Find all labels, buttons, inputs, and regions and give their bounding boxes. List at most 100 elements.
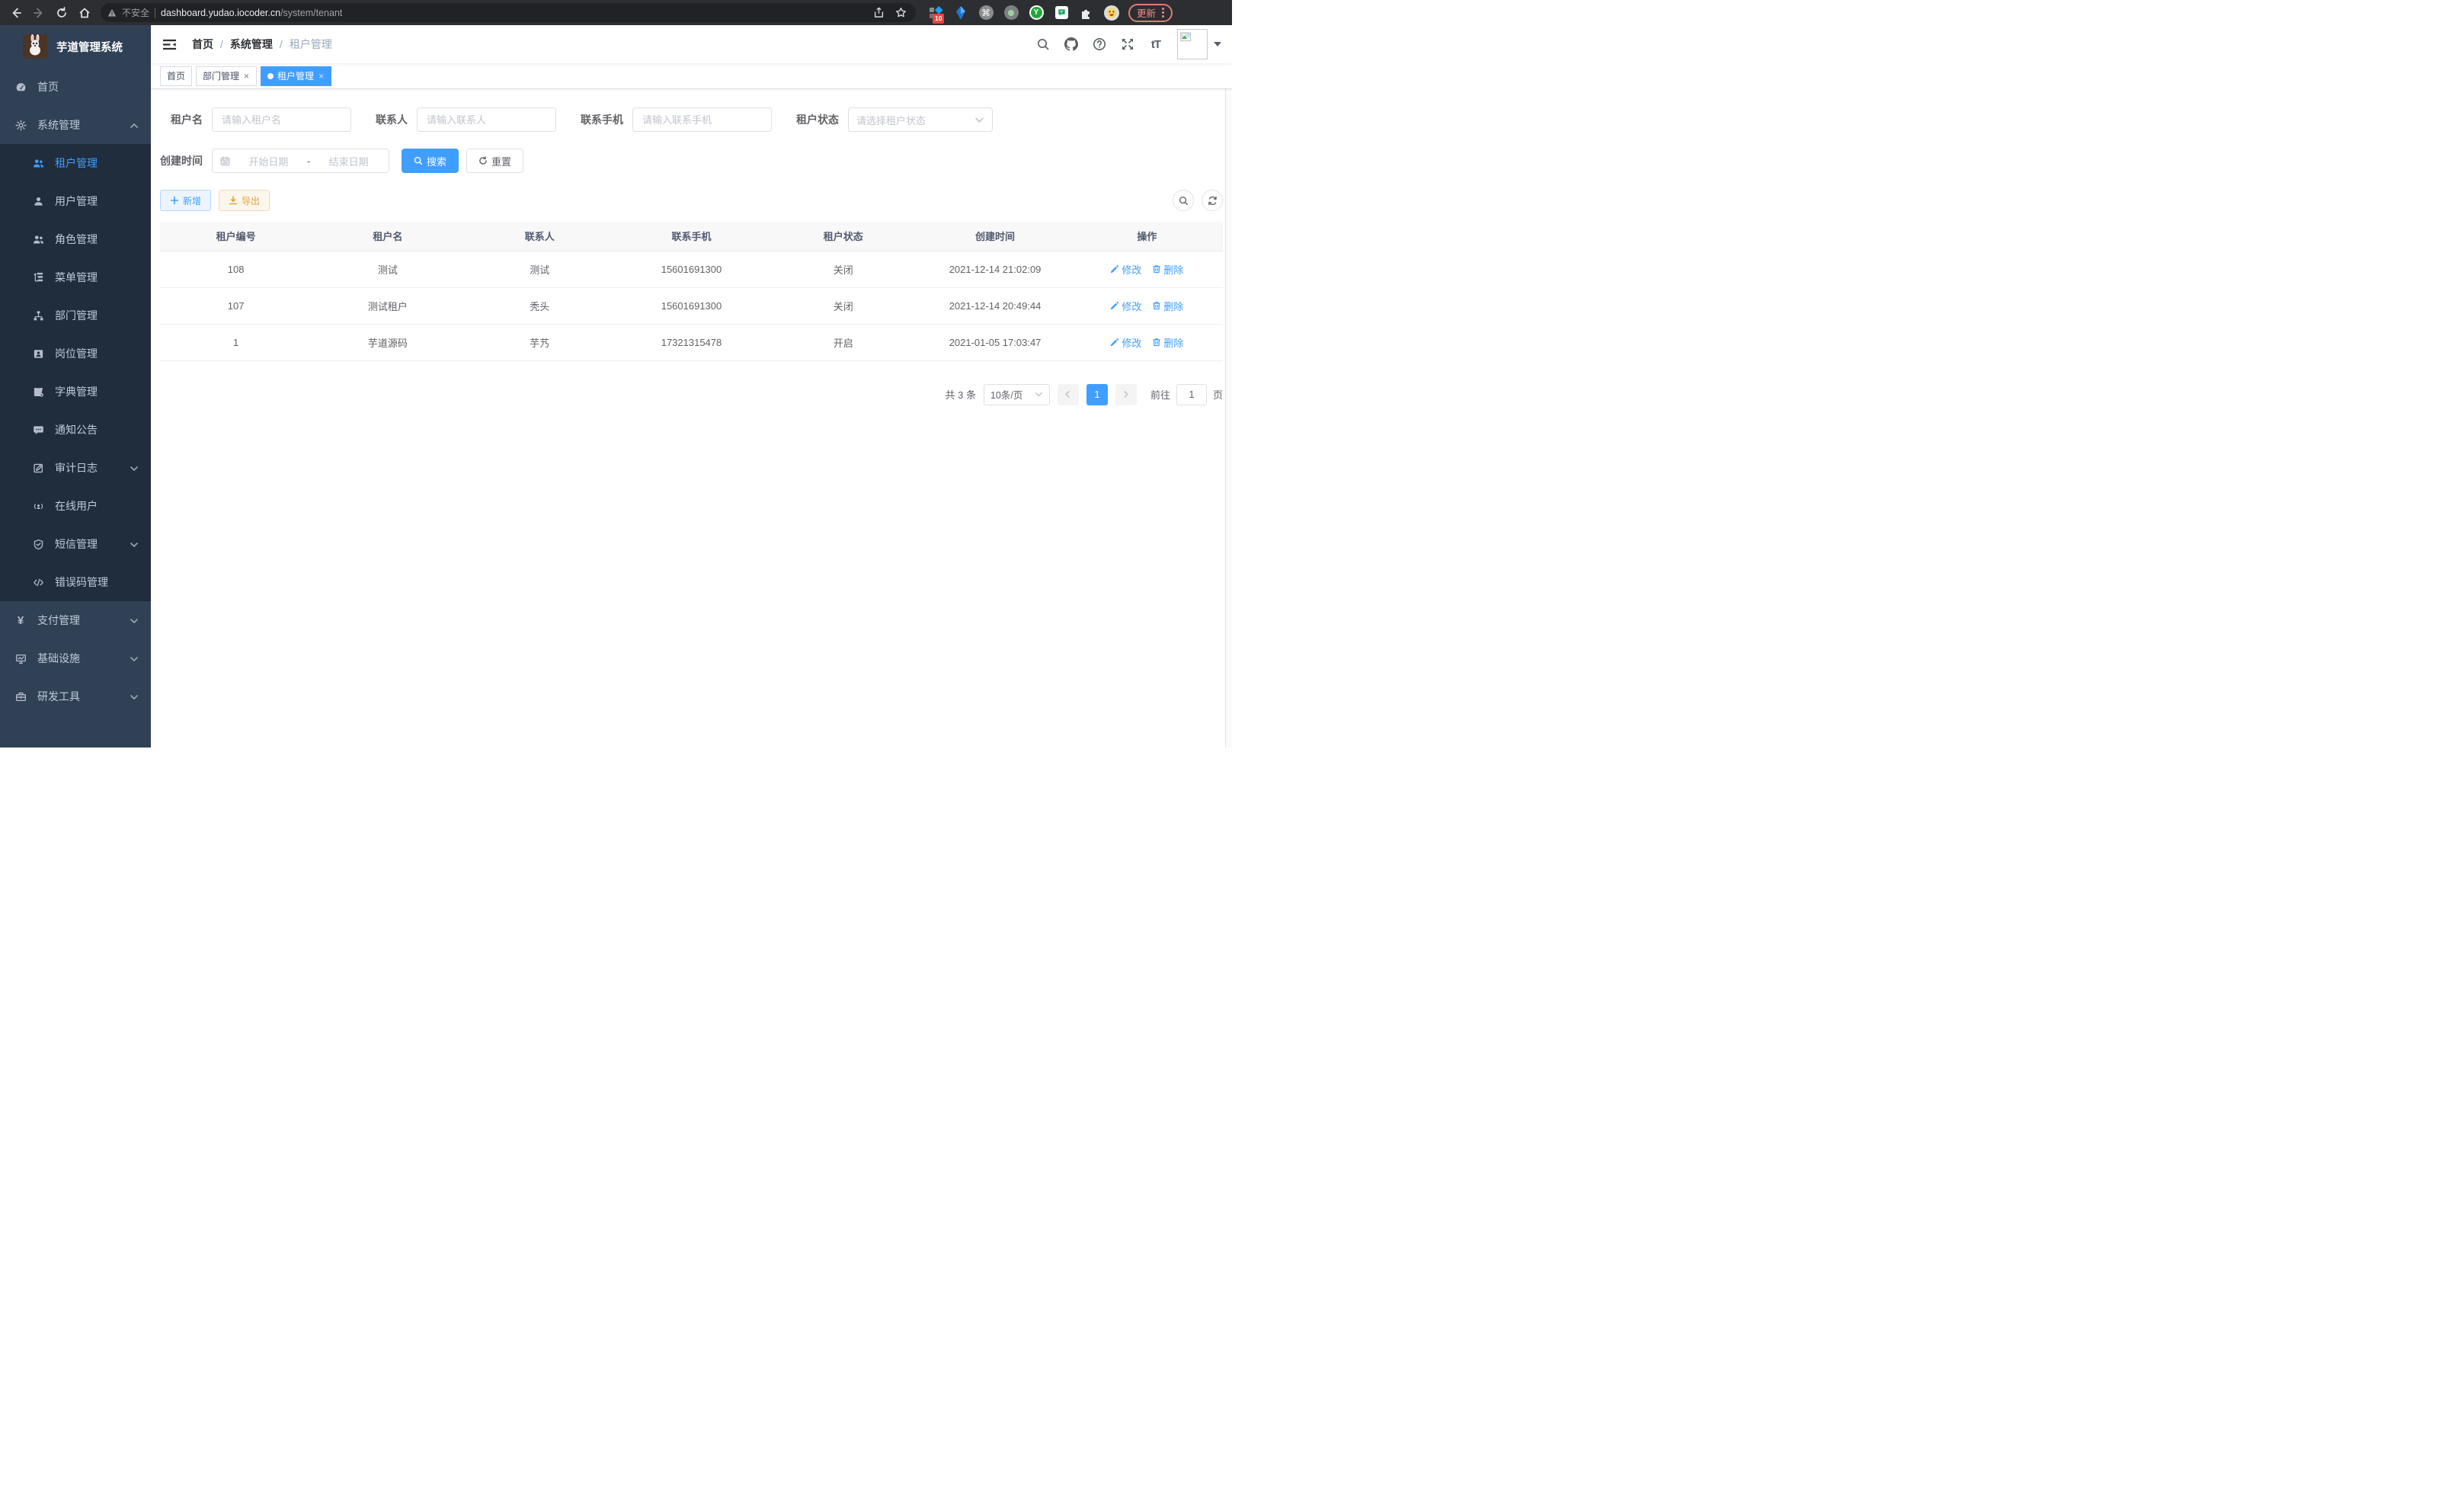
browser-update-button[interactable]: 更新 [1128, 4, 1173, 22]
reset-button[interactable]: 重置 [466, 149, 523, 173]
help-icon[interactable] [1088, 33, 1111, 56]
export-button[interactable]: 导出 [219, 190, 270, 211]
pencil-icon [1110, 338, 1119, 347]
search-icon [1179, 196, 1189, 206]
extension-chat-icon[interactable] [1054, 5, 1069, 21]
top-navbar: 首页 / 系统管理 / 租户管理 tT [151, 25, 1232, 63]
search-button[interactable]: 搜索 [402, 149, 459, 173]
page-1-button[interactable]: 1 [1086, 384, 1108, 405]
tenant-users-icon [32, 157, 44, 169]
edit-link[interactable]: 修改 [1110, 335, 1141, 350]
yen-icon: ¥ [14, 614, 27, 626]
sidebar-item-pay[interactable]: ¥ 支付管理 [0, 601, 151, 639]
share-icon[interactable] [870, 5, 887, 21]
sidebar-item-notice[interactable]: 通知公告 [0, 411, 151, 449]
contact-input[interactable] [417, 107, 556, 132]
tenant-table: 租户编号 租户名 联系人 联系手机 租户状态 创建时间 操作 108 测试 [160, 222, 1223, 361]
edit-link[interactable]: 修改 [1110, 299, 1141, 313]
status-select[interactable]: 请选择租户状态 [848, 107, 993, 132]
refresh-icon [1208, 196, 1218, 206]
navbar-tools: tT [1032, 29, 1221, 59]
sidebar-item-post[interactable]: 岗位管理 [0, 335, 151, 373]
browser-home-button[interactable] [75, 3, 94, 23]
tag-dept[interactable]: 部门管理× [196, 66, 257, 86]
sidebar-item-online-user[interactable]: 在线用户 [0, 487, 151, 525]
mobile-input[interactable] [632, 107, 772, 132]
sidebar-item-dev-tools[interactable]: 研发工具 [0, 677, 151, 715]
tag-home[interactable]: 首页 [160, 66, 192, 86]
bookmark-star-icon[interactable] [892, 5, 909, 21]
breadcrumb-current: 租户管理 [290, 37, 332, 52]
pencil-icon [1110, 301, 1119, 310]
breadcrumb-system[interactable]: 系统管理 [230, 37, 273, 52]
sidebar-item-tenant[interactable]: 租户管理 [0, 144, 151, 182]
org-tree-icon [32, 309, 44, 322]
font-size-icon[interactable]: tT [1144, 33, 1167, 56]
chevron-right-icon [1122, 390, 1130, 399]
page-size-select[interactable]: 10条/页 [984, 384, 1050, 405]
extension-puzzle-icon[interactable] [1079, 5, 1094, 21]
sidebar-item-menu[interactable]: 菜单管理 [0, 258, 151, 296]
status-label: 租户状态 [796, 112, 848, 127]
close-icon[interactable]: × [243, 72, 250, 81]
sidebar-item-dept[interactable]: 部门管理 [0, 296, 151, 335]
goto-page-input[interactable] [1176, 384, 1207, 405]
edit-link[interactable]: 修改 [1110, 262, 1141, 277]
filter-row-1: 租户名 联系人 联系手机 租户状态 请选择租户状态 [160, 107, 1223, 132]
sidebar-item-audit-log[interactable]: 审计日志 [0, 449, 151, 487]
browser-reload-button[interactable] [52, 3, 72, 23]
chevron-up-icon [130, 120, 139, 130]
delete-link[interactable]: 删除 [1152, 335, 1183, 350]
browser-back-button[interactable] [6, 3, 26, 23]
chevron-down-icon [974, 115, 984, 125]
github-icon[interactable] [1060, 33, 1083, 56]
header-search-icon[interactable] [1032, 33, 1054, 56]
app-logo[interactable]: 芋道管理系统 [0, 25, 151, 68]
tag-tenant[interactable]: 租户管理× [261, 66, 331, 86]
user-avatar-dropdown[interactable] [1177, 29, 1221, 59]
caret-down-icon [1214, 42, 1221, 46]
prev-page-button[interactable] [1058, 384, 1079, 405]
delete-link[interactable]: 删除 [1152, 262, 1183, 277]
sidebar-item-infra[interactable]: 基础设施 [0, 639, 151, 677]
col-create-time: 创建时间 [919, 222, 1070, 251]
plus-icon [170, 196, 179, 205]
extension-dot-icon[interactable] [1003, 5, 1019, 21]
trash-icon [1152, 338, 1161, 347]
sidebar-item-home[interactable]: 首页 [0, 68, 151, 106]
next-page-button[interactable] [1115, 384, 1137, 405]
sidebar-item-user[interactable]: 用户管理 [0, 182, 151, 220]
refresh-icon [478, 156, 488, 165]
tenant-name-label: 租户名 [160, 112, 212, 127]
chevron-left-icon [1064, 390, 1072, 399]
extension-grid-icon[interactable]: 10 [928, 5, 943, 21]
page-unit-label: 页 [1213, 387, 1223, 402]
sidebar-collapse-icon[interactable] [151, 25, 187, 63]
sidebar-item-sms[interactable]: 短信管理 [0, 525, 151, 563]
breadcrumb-home[interactable]: 首页 [192, 37, 213, 52]
refresh-table-button[interactable] [1202, 190, 1223, 211]
badge-icon [32, 347, 44, 360]
sidebar-item-system[interactable]: 系统管理 [0, 106, 151, 144]
browser-scrollbar[interactable] [1225, 25, 1232, 748]
create-time-range-picker[interactable]: 开始日期 - 结束日期 [212, 149, 389, 173]
browser-menu-icon [1162, 8, 1164, 18]
browser-forward-button[interactable] [29, 3, 49, 23]
fullscreen-icon[interactable] [1116, 33, 1139, 56]
extension-kite-icon[interactable] [953, 5, 968, 21]
add-button[interactable]: 新增 [160, 190, 211, 211]
table-row: 107 测试租户 秃头 15601691300 关闭 2021-12-14 20… [160, 287, 1223, 324]
show-search-toggle-button[interactable] [1173, 190, 1194, 211]
extension-y-icon[interactable]: Y [1029, 5, 1044, 21]
sidebar-item-error-code[interactable]: 错误码管理 [0, 563, 151, 601]
delete-link[interactable]: 删除 [1152, 299, 1183, 313]
sidebar-item-role[interactable]: 角色管理 [0, 220, 151, 258]
tenant-name-input[interactable] [212, 107, 351, 132]
extension-command-icon[interactable]: ⌘ [978, 5, 994, 21]
table-row: 1 芋道源码 芋艿 17321315478 开启 2021-01-05 17:0… [160, 324, 1223, 360]
sidebar-item-dict[interactable]: 字典管理 [0, 373, 151, 411]
extension-avatar-emoji-icon[interactable] [1104, 5, 1119, 21]
url-bar[interactable]: 不安全 dashboard.yudao.iocoder.cn/system/te… [101, 3, 916, 22]
shield-icon [32, 538, 44, 550]
close-icon[interactable]: × [318, 72, 325, 81]
